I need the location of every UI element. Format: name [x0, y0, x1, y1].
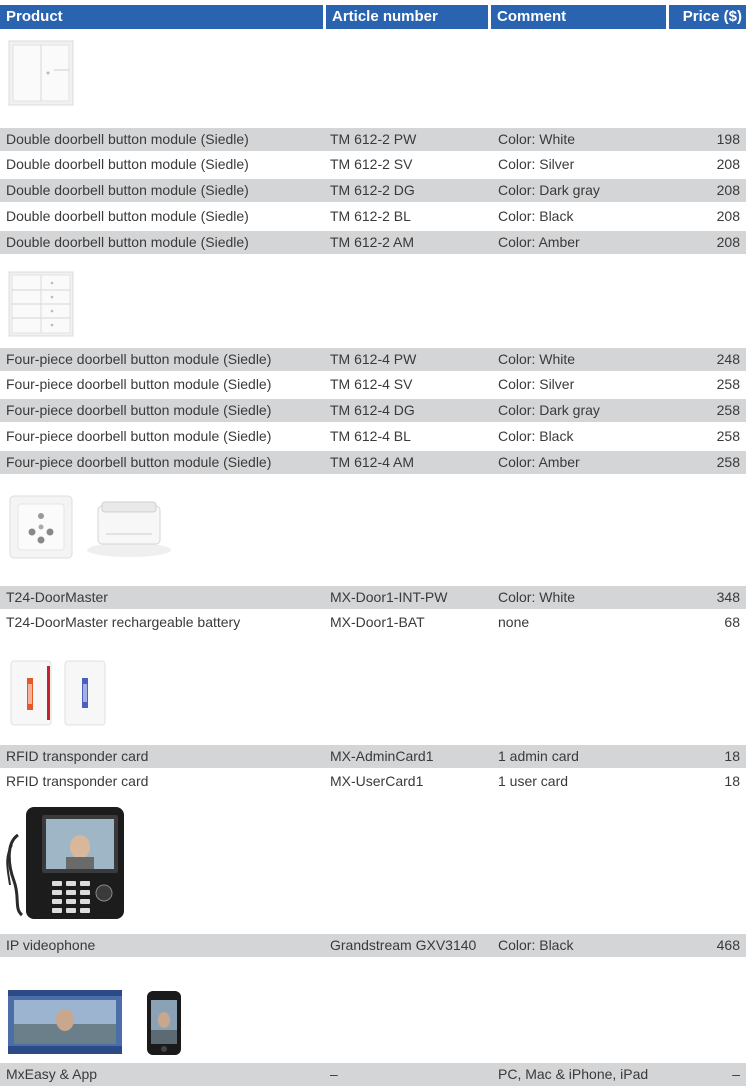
- product-cell: T24-DoorMaster: [6, 589, 108, 605]
- price-cell: 258: [716, 428, 740, 444]
- table-row: Four-piece doorbell button module (Siedl…: [0, 425, 746, 448]
- article-cell: TM 612-2 SV: [330, 156, 413, 172]
- comment-cell: 1 admin card: [498, 748, 579, 764]
- product-cell: Double doorbell button module (Siedle): [6, 182, 249, 198]
- table-row: IP videophone Grandstream GXV3140 Color: B…: [0, 934, 746, 957]
- price-cell: 68: [724, 614, 740, 630]
- comment-cell: Color: Black: [498, 208, 574, 224]
- article-cell: –: [330, 1066, 338, 1082]
- article-cell: TM 612-4 AM: [330, 454, 415, 470]
- article-cell: TM 612-4 DG: [330, 402, 415, 418]
- table-row: Four-piece doorbell button module (Siedl…: [0, 373, 746, 396]
- table-row: Double doorbell button module (Siedle) TM…: [0, 205, 746, 228]
- table-row: Double doorbell button module (Siedle) TM…: [0, 179, 746, 202]
- product-cell: Double doorbell button module (Siedle): [6, 156, 249, 172]
- comment-cell: Color: White: [498, 131, 576, 147]
- product-cell: Four-piece doorbell button module (Siedl…: [6, 454, 272, 470]
- product-cell: MxEasy & App: [6, 1066, 98, 1082]
- article-cell: Grandstream GXV3140: [330, 937, 477, 953]
- price-cell: 198: [716, 131, 740, 147]
- product-cell: Double doorbell button module (Siedle): [6, 131, 249, 147]
- article-cell: MX-Door1-BAT: [330, 614, 425, 630]
- header-comment: Comment: [491, 5, 666, 29]
- double-button-module-image: [8, 40, 74, 106]
- article-cell: MX-UserCard1: [330, 773, 424, 789]
- product-cell: Four-piece doorbell button module (Siedl…: [6, 428, 272, 444]
- table-row: Double doorbell button module (Siedle) TM…: [0, 231, 746, 254]
- rfid-card-user-image: [64, 660, 106, 726]
- comment-cell: Color: Silver: [498, 376, 575, 392]
- price-cell: 18: [724, 748, 740, 764]
- article-cell: TM 612-2 PW: [330, 131, 417, 147]
- comment-cell: Color: Amber: [498, 454, 580, 470]
- table-row: Double doorbell button module (Siedle) TM…: [0, 153, 746, 176]
- comment-cell: Color: Black: [498, 937, 574, 953]
- comment-cell: Color: White: [498, 589, 576, 605]
- table-row: Four-piece doorbell button module (Siedl…: [0, 399, 746, 422]
- doormaster-image: [9, 495, 73, 559]
- price-cell: 258: [716, 376, 740, 392]
- price-cell: 468: [716, 937, 740, 953]
- product-cell: RFID transponder card: [6, 773, 149, 789]
- price-cell: 18: [724, 773, 740, 789]
- price-cell: 208: [716, 208, 740, 224]
- rfid-card-admin-image: [10, 660, 52, 726]
- product-cell: Four-piece doorbell button module (Siedl…: [6, 376, 272, 392]
- price-cell: 248: [716, 351, 740, 367]
- price-cell: –: [732, 1066, 740, 1082]
- table-row: MxEasy & App – PC, Mac & iPhone, iPad –: [0, 1063, 746, 1086]
- product-cell: Four-piece doorbell button module (Siedl…: [6, 402, 272, 418]
- doormaster-battery-image: [87, 501, 171, 557]
- table-row: RFID transponder card MX-AdminCard1 1 admi…: [0, 745, 746, 768]
- product-cell: Double doorbell button module (Siedle): [6, 208, 249, 224]
- comment-cell: Color: Dark gray: [498, 182, 600, 198]
- comment-cell: Color: Amber: [498, 234, 580, 250]
- article-cell: TM 612-2 AM: [330, 234, 415, 250]
- comment-cell: Color: Black: [498, 428, 574, 444]
- product-cell: IP videophone: [6, 937, 96, 953]
- table-row: Four-piece doorbell button module (Siedl…: [0, 348, 746, 371]
- price-cell: 258: [716, 402, 740, 418]
- article-cell: MX-AdminCard1: [330, 748, 434, 764]
- comment-cell: Color: Silver: [498, 156, 575, 172]
- videophone-image: [6, 807, 124, 919]
- header-article-number: Article number: [326, 5, 488, 29]
- product-cell: RFID transponder card: [6, 748, 149, 764]
- price-cell: 208: [716, 156, 740, 172]
- article-cell: TM 612-4 PW: [330, 351, 417, 367]
- price-cell: 208: [716, 234, 740, 250]
- product-cell: Four-piece doorbell button module (Siedl…: [6, 351, 272, 367]
- comment-cell: Color: Dark gray: [498, 402, 600, 418]
- price-cell: 208: [716, 182, 740, 198]
- table-row: Double doorbell button module (Siedle) TM…: [0, 128, 746, 151]
- price-cell: 348: [716, 589, 740, 605]
- iphone-app-image: [147, 991, 181, 1055]
- article-cell: MX-Door1-INT-PW: [330, 589, 448, 605]
- comment-cell: PC, Mac & iPhone, iPad: [498, 1066, 649, 1082]
- price-cell: 258: [716, 454, 740, 470]
- header-price: Price ($): [669, 5, 746, 29]
- comment-cell: none: [498, 614, 530, 630]
- comment-cell: 1 user card: [498, 773, 569, 789]
- product-cell: T24-DoorMaster rechargeable battery: [6, 614, 241, 630]
- article-cell: TM 612-2 BL: [330, 208, 411, 224]
- table-row: Four-piece doorbell button module (Siedl…: [0, 451, 746, 474]
- table-row: T24-DoorMaster rechargeable battery MX-Do…: [0, 611, 746, 634]
- comment-cell: Color: White: [498, 351, 576, 367]
- table-row: T24-DoorMaster MX-Door1-INT-PW Color: Whit…: [0, 586, 746, 609]
- four-button-module-image: [8, 271, 74, 337]
- product-cell: Double doorbell button module (Siedle): [6, 234, 249, 250]
- article-cell: TM 612-4 SV: [330, 376, 413, 392]
- table-row: RFID transponder card MX-UserCard1 1 user …: [0, 770, 746, 793]
- article-cell: TM 612-4 BL: [330, 428, 411, 444]
- table-header: Product Article number Comment Price ($): [0, 5, 746, 29]
- article-cell: TM 612-2 DG: [330, 182, 415, 198]
- header-product: Product: [0, 5, 323, 29]
- mxeasy-screenshot-image: [8, 990, 122, 1054]
